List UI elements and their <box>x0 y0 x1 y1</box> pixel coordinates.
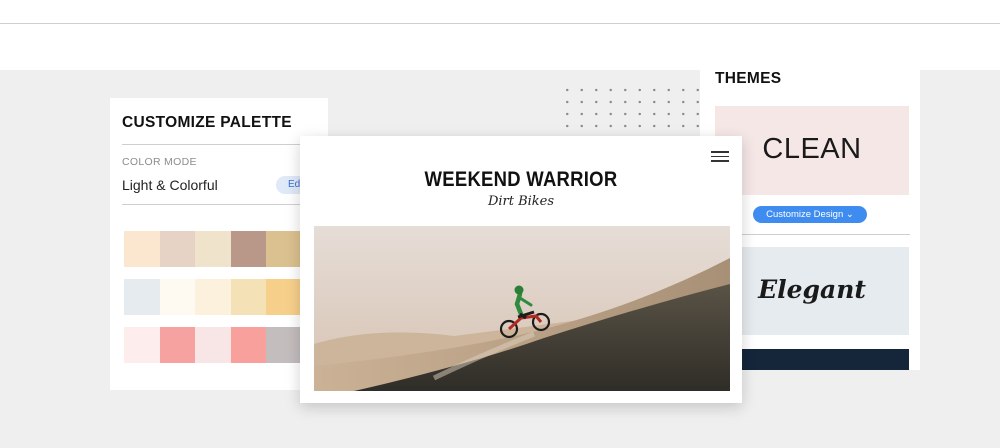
palette-title: CUSTOMIZE PALETTE <box>122 114 292 131</box>
color-swatch[interactable] <box>159 231 195 267</box>
swatch-row <box>124 231 302 267</box>
swatch-row <box>124 327 302 363</box>
color-swatch[interactable] <box>266 279 302 315</box>
color-swatch[interactable] <box>195 279 231 315</box>
theme-card-elegant[interactable]: Elegant <box>715 247 909 335</box>
color-swatch[interactable] <box>124 327 160 363</box>
site-title: WEEKEND WARRIOR <box>424 168 618 191</box>
color-swatch[interactable] <box>230 279 266 315</box>
decorative-dot-grid <box>560 84 700 134</box>
color-swatch[interactable] <box>195 231 231 267</box>
dirt-bike-photo <box>314 226 730 391</box>
color-swatch[interactable] <box>230 327 266 363</box>
color-swatch[interactable] <box>124 279 160 315</box>
hamburger-menu-icon[interactable] <box>711 151 729 162</box>
themes-title: THEMES <box>715 70 782 87</box>
customize-palette-panel: CUSTOMIZE PALETTE COLOR MODE Light & Col… <box>110 98 328 390</box>
customize-design-button[interactable]: Customize Design ⌄ <box>753 206 867 223</box>
top-divider <box>0 23 1000 24</box>
divider <box>122 144 328 145</box>
divider <box>122 204 328 205</box>
color-swatch[interactable] <box>159 279 195 315</box>
color-swatch[interactable] <box>266 327 302 363</box>
theme-clean-label: CLEAN <box>762 133 862 165</box>
color-swatch[interactable] <box>230 231 266 267</box>
color-mode-value: Light & Colorful <box>122 177 218 193</box>
color-mode-label: COLOR MODE <box>122 156 197 168</box>
theme-elegant-label: Elegant <box>758 275 866 304</box>
swatch-row <box>124 279 302 315</box>
color-swatch[interactable] <box>195 327 231 363</box>
color-swatch[interactable] <box>266 231 302 267</box>
theme-card-clean[interactable]: CLEAN <box>715 106 909 195</box>
site-subtitle: Dirt Bikes <box>487 194 555 209</box>
site-preview-card: WEEKEND WARRIOR Dirt Bikes <box>300 136 742 403</box>
divider <box>715 234 910 235</box>
color-swatch[interactable] <box>124 231 160 267</box>
hero-image <box>314 226 730 391</box>
theme-card-dark[interactable] <box>715 349 909 370</box>
color-swatch[interactable] <box>159 327 195 363</box>
